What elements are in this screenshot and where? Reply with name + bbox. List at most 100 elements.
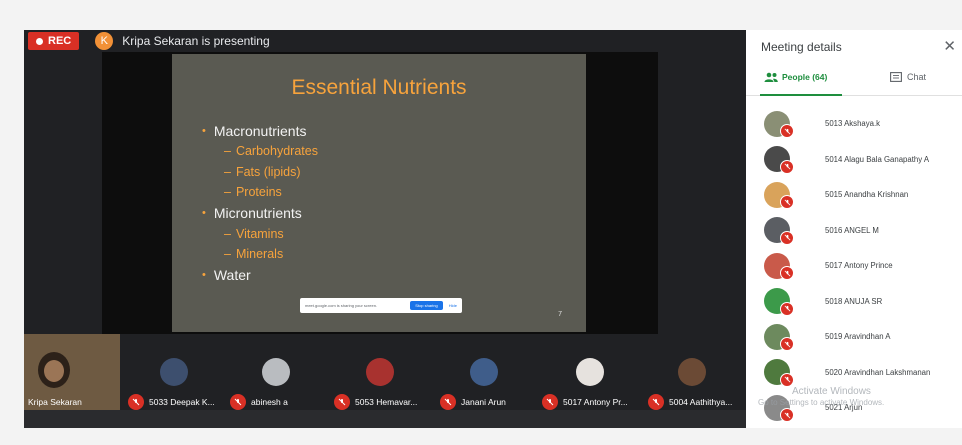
stop-sharing-button[interactable]: Stop sharing [410, 301, 443, 310]
bullet-icon: • [202, 124, 206, 137]
slide-bullets: • Macronutrients – Carbohydrates – Fats (li… [202, 120, 318, 286]
person-name: 5020 Aravindhan Lakshmanan [825, 367, 931, 377]
participant-label: 5017 Antony Pr... [542, 394, 628, 410]
person-name: 5018 ANUJA SR [825, 296, 883, 306]
people-icon [764, 72, 778, 82]
panel-header: Meeting details ✕ [761, 39, 956, 54]
participant-avatar [678, 358, 706, 386]
close-icon[interactable]: ✕ [943, 39, 956, 54]
bottom-control-bar [24, 410, 746, 428]
dash-icon: – [224, 185, 231, 200]
list-item[interactable]: 5020 Aravindhan Lakshmanan [746, 355, 962, 391]
slide-page-number: 7 [558, 311, 562, 318]
sub-bullet-item: – Proteins [224, 185, 282, 200]
mic-off-icon [542, 394, 558, 410]
participant-label: 5033 Deepak K... [128, 394, 215, 410]
panel-title: Meeting details [761, 39, 842, 54]
panel-tabs: People (64) Chat [746, 68, 962, 96]
participant-avatar [576, 358, 604, 386]
mic-off-icon [334, 394, 350, 410]
share-message: meet.google.com is sharing your screen. [305, 303, 378, 308]
participant-tile[interactable]: 5053 Hemavar... [334, 334, 436, 410]
participant-label: 5004 Aathithya... [648, 394, 732, 410]
windows-activation-watermark: Activate Windows Go to Settings to activ… [758, 386, 958, 407]
person-name: 5019 Aravindhan A [825, 332, 891, 342]
participant-tile[interactable]: 5017 Antony Pr... [542, 334, 646, 410]
mic-off-icon [780, 159, 794, 174]
dash-icon: – [224, 144, 231, 159]
meeting-details-panel: Meeting details ✕ People (64) Chat 5013 … [746, 30, 962, 428]
active-tab-indicator [760, 94, 842, 96]
self-video-tile[interactable]: Kripa Sekaran [24, 334, 120, 410]
mic-off-icon [780, 408, 794, 422]
participant-avatar [160, 358, 188, 386]
participant-label: Janani Arun [440, 394, 506, 410]
presenter-status: Kripa Sekaran is presenting [122, 34, 270, 48]
dash-icon: – [224, 164, 231, 179]
mic-off-icon [230, 394, 246, 410]
mic-off-icon [780, 301, 794, 316]
participant-label: 5053 Hemavar... [334, 394, 417, 410]
mic-off-icon [780, 195, 794, 209]
participant-avatar [366, 358, 394, 386]
list-item[interactable]: 5019 Aravindhan A [746, 319, 962, 355]
sub-bullet-item: – Carbohydrates [224, 144, 318, 159]
self-name: Kripa Sekaran [28, 397, 82, 407]
person-name: 5016 ANGEL M [825, 225, 879, 235]
list-item[interactable]: 5015 Anandha Krishnan [746, 177, 962, 213]
self-video-face [44, 360, 64, 382]
person-name: 5017 Antony Prince [825, 261, 893, 271]
list-item[interactable]: 5014 Alagu Bala Ganapathy A [746, 142, 962, 178]
mic-off-icon [780, 337, 794, 351]
people-list: 5013 Akshaya.k 5014 Alagu Bala Ganapathy… [746, 106, 962, 426]
sub-bullet-item: – Fats (lipids) [224, 164, 301, 179]
participant-label: abinesh a [230, 394, 288, 410]
bullet-item: • Water [202, 267, 251, 283]
screen-share-bar: meet.google.com is sharing your screen. … [300, 298, 462, 313]
bullet-item: • Micronutrients [202, 205, 302, 221]
list-item[interactable]: 5016 ANGEL M [746, 213, 962, 249]
participant-tile[interactable]: 5033 Deepak K... [128, 334, 228, 410]
hide-button[interactable]: Hide [449, 303, 457, 308]
tab-chat-label: Chat [907, 72, 927, 82]
participant-tile[interactable]: 5004 Aathithya... [648, 334, 746, 410]
person-name: 5014 Alagu Bala Ganapathy A [825, 154, 930, 164]
mic-off-icon [780, 124, 794, 138]
meet-window: REC K Kripa Sekaran is presenting Essent… [0, 0, 962, 445]
mic-off-icon [648, 394, 664, 410]
sub-bullet-item: – Minerals [224, 247, 284, 262]
recording-label: REC [48, 35, 72, 47]
tab-people-label: People (64) [782, 72, 828, 82]
bullet-item: • Macronutrients [202, 122, 307, 139]
meeting-stage: REC K Kripa Sekaran is presenting Essent… [24, 30, 746, 428]
bullet-icon: • [202, 269, 206, 281]
participant-strip: Kripa Sekaran 5033 Deepak K... abinesh a [24, 334, 746, 428]
participant-avatar [470, 358, 498, 386]
list-item[interactable]: 5017 Antony Prince [746, 248, 962, 284]
chat-icon [890, 72, 902, 82]
watermark-title: Activate Windows [792, 386, 871, 397]
list-item[interactable]: 5018 ANUJA SR [746, 284, 962, 320]
bullet-icon: • [202, 207, 206, 219]
mic-off-icon [440, 394, 456, 410]
participant-avatar [262, 358, 290, 386]
person-name: 5013 Akshaya.k [825, 119, 881, 129]
person-name: 5015 Anandha Krishnan [825, 190, 909, 200]
dash-icon: – [224, 247, 231, 262]
participant-tile[interactable]: Janani Arun [440, 334, 540, 410]
mic-off-icon [780, 266, 794, 280]
participant-tile[interactable]: abinesh a [230, 334, 330, 410]
tab-people[interactable]: People (64) [764, 72, 827, 82]
record-dot-icon [36, 37, 43, 45]
tab-chat[interactable]: Chat [890, 72, 926, 82]
mic-off-icon [128, 394, 144, 410]
sub-bullet-item: – Vitamins [224, 226, 284, 241]
presenter-avatar: K [95, 32, 114, 50]
shared-screen: Essential Nutrients • Macronutrients – Car… [102, 52, 658, 334]
slide-title: Essential Nutrients [291, 76, 467, 99]
list-item[interactable]: 5013 Akshaya.k [746, 106, 962, 142]
mic-off-icon [780, 372, 794, 387]
watermark-subtitle: Go to Settings to activate Windows. [758, 398, 885, 407]
top-bar: REC K Kripa Sekaran is presenting [24, 30, 746, 52]
recording-badge: REC [28, 32, 80, 50]
